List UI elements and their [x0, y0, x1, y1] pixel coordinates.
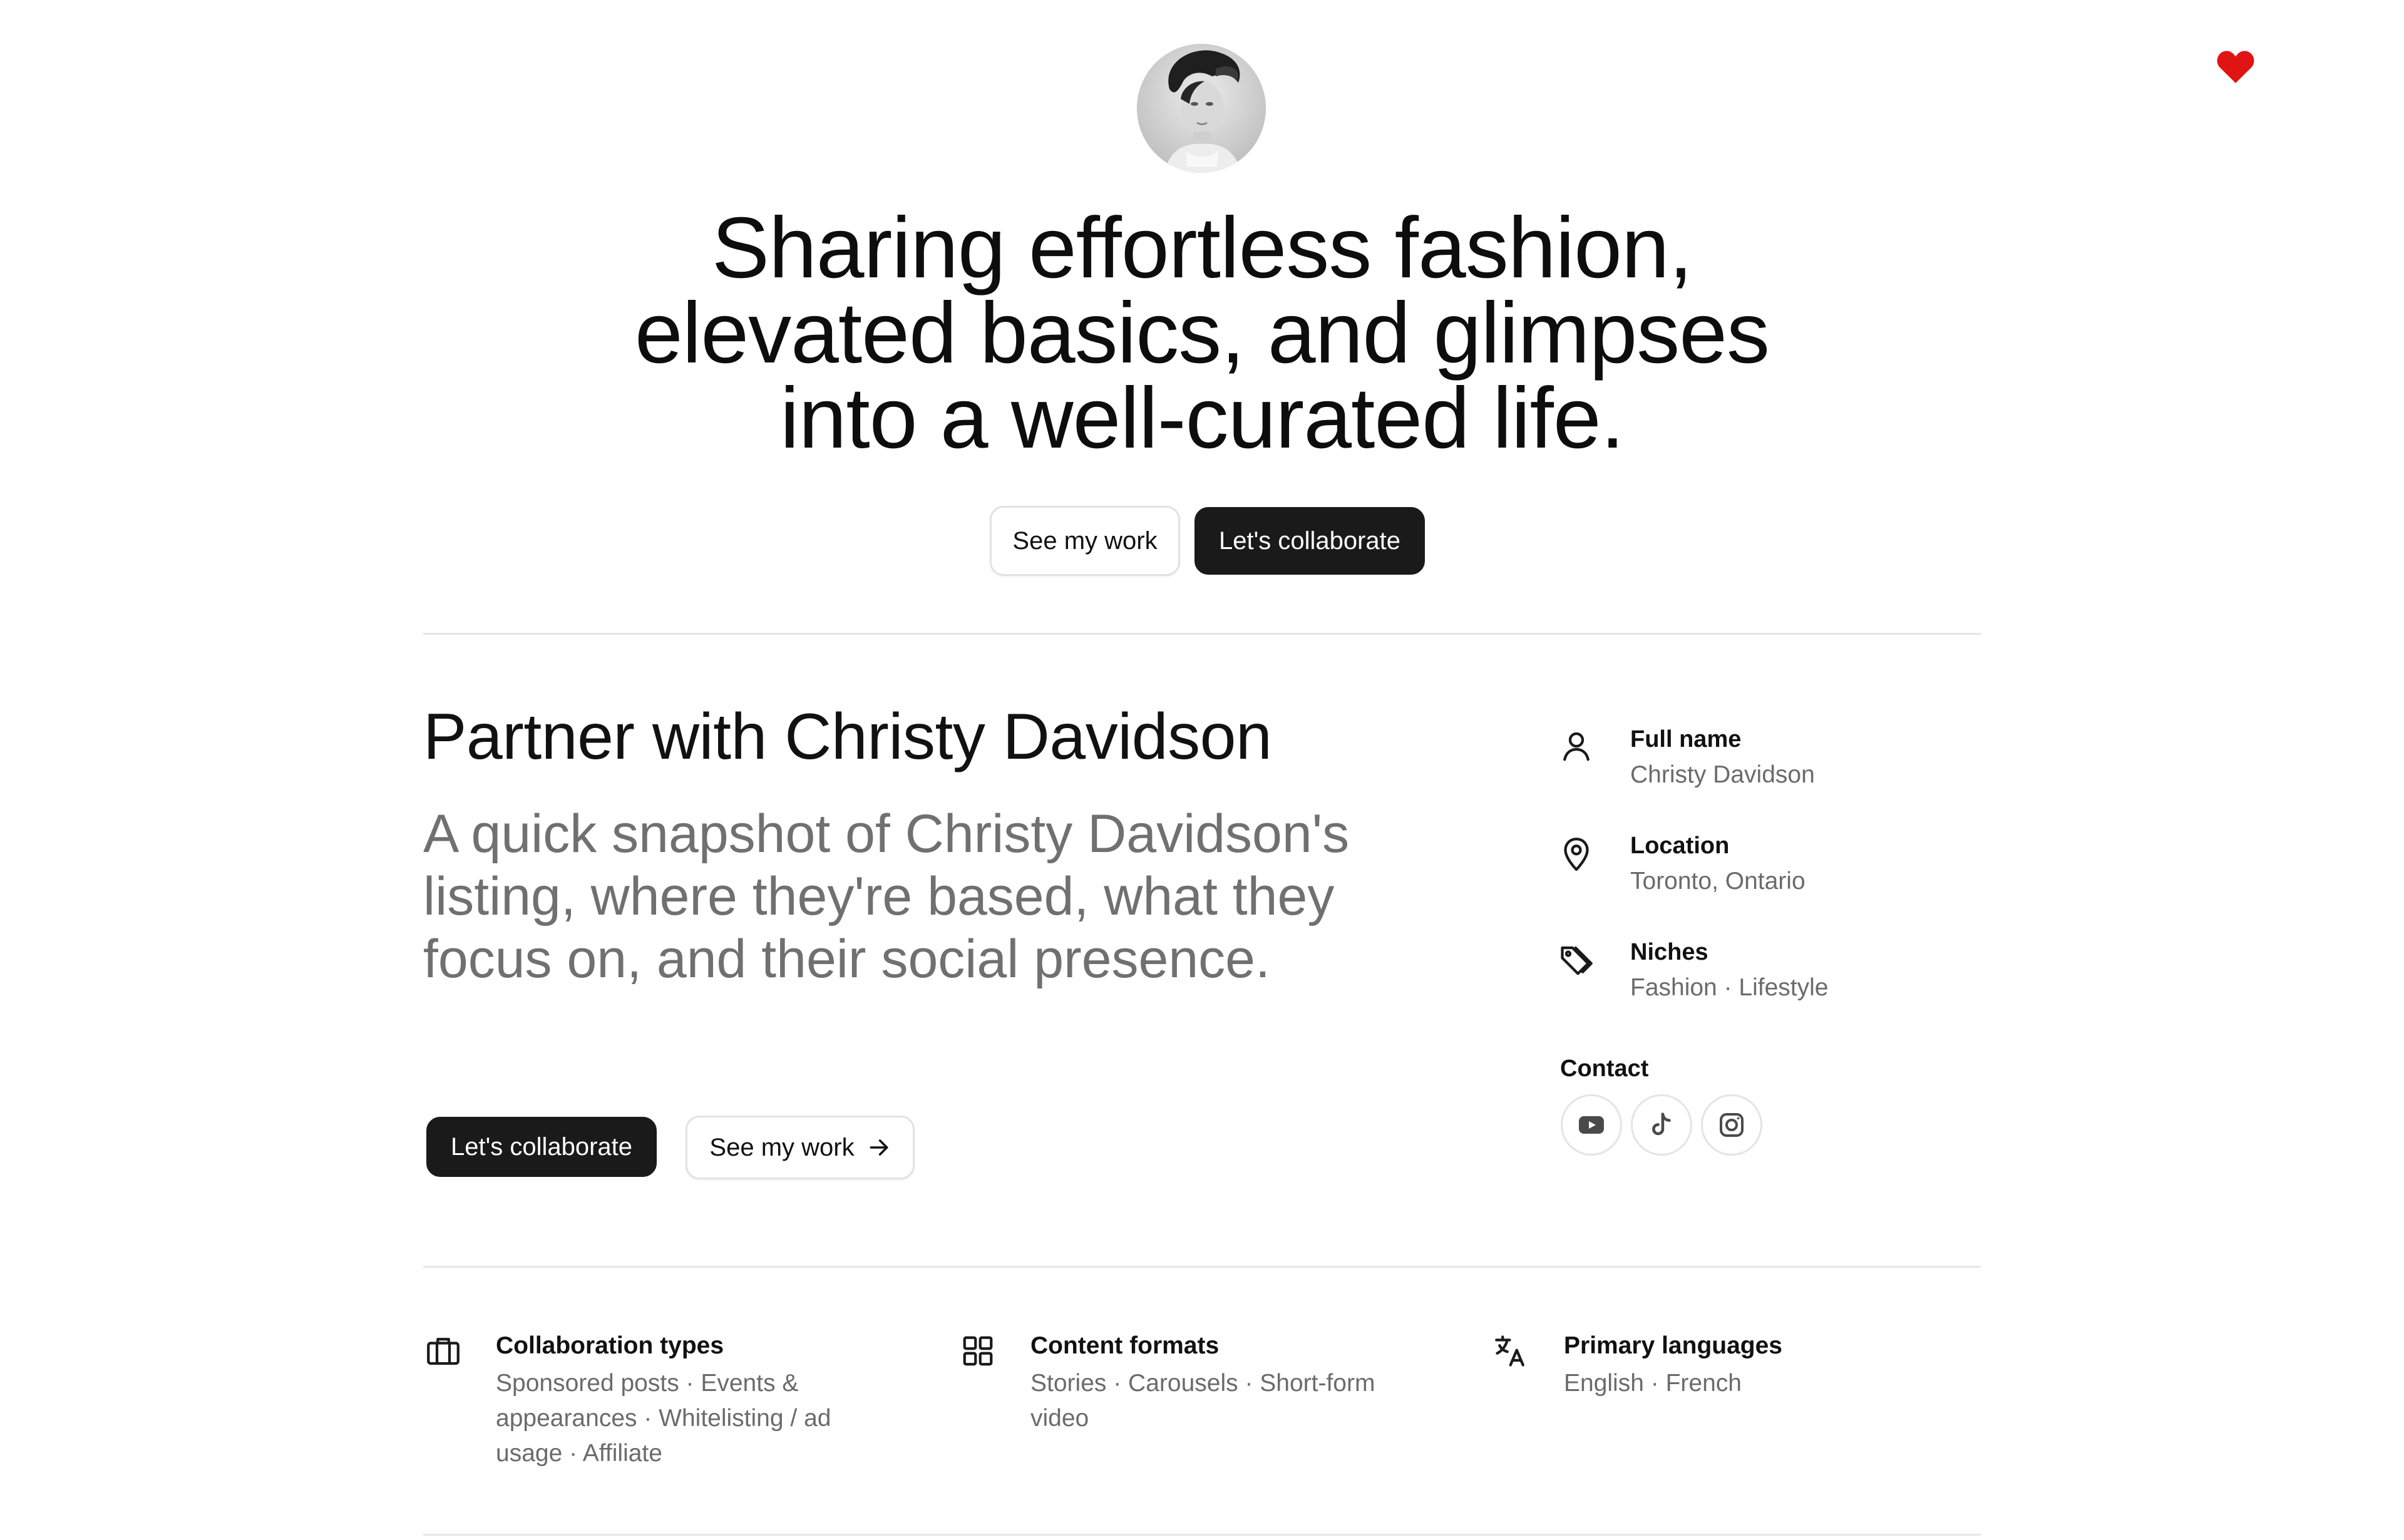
niches-label: Niches: [1630, 939, 1708, 965]
divider: [423, 633, 1981, 635]
divider: [423, 1266, 1981, 1268]
hero-title-line: elevated basics, and glimpses: [634, 285, 1770, 381]
favorite-heart-icon[interactable]: [2216, 49, 2255, 84]
tag-icon: [1558, 942, 1595, 979]
hero-collaborate-label: Let's collaborate: [1218, 526, 1401, 555]
primary-languages-label: Primary languages: [1564, 1332, 1782, 1359]
location-label: Location: [1630, 833, 1730, 859]
divider: [423, 1534, 1981, 1536]
briefcase-icon: [424, 1332, 462, 1370]
partner-title: Partner with Christy Davidson: [423, 701, 1272, 773]
youtube-icon: [1576, 1110, 1606, 1140]
hero-title-line: into a well-curated life.: [780, 370, 1625, 466]
hero-see-work-label: See my work: [1012, 526, 1158, 555]
full-name-value: Christy Davidson: [1630, 761, 1815, 788]
avatar: [1137, 44, 1266, 173]
hero-title: Sharing effortless fashion, elevated bas…: [451, 205, 1953, 461]
youtube-link[interactable]: [1561, 1094, 1622, 1156]
hero-collaborate-button[interactable]: Let's collaborate: [1194, 507, 1425, 575]
partner-collaborate-label: Let's collaborate: [450, 1132, 633, 1161]
instagram-icon: [1717, 1110, 1747, 1140]
person-icon: [1558, 727, 1595, 765]
content-formats-value: Stories · Carousels · Short-form video: [1030, 1370, 1375, 1432]
arrow-right-icon: [867, 1136, 891, 1159]
tiktok-icon: [1647, 1111, 1676, 1139]
partner-description: A quick snapshot of Christy Davidson's l…: [423, 804, 1350, 989]
primary-languages-value: English · French: [1564, 1370, 1742, 1397]
hero-title-line: Sharing effortless fashion,: [711, 200, 1693, 296]
full-name-label: Full name: [1630, 726, 1742, 752]
collaboration-types-label: Collaboration types: [496, 1332, 724, 1359]
partner-see-work-label: See my work: [709, 1133, 855, 1161]
location-value: Toronto, Ontario: [1630, 868, 1806, 895]
instagram-link[interactable]: [1701, 1094, 1762, 1156]
tiktok-link[interactable]: [1631, 1094, 1692, 1156]
location-pin-icon: [1558, 835, 1595, 873]
partner-collaborate-button[interactable]: Let's collaborate: [426, 1117, 657, 1177]
content-formats-label: Content formats: [1030, 1332, 1220, 1359]
grid-icon: [959, 1332, 997, 1370]
hero-see-work-button[interactable]: See my work: [990, 506, 1180, 576]
contact-label: Contact: [1560, 1055, 1649, 1082]
collaboration-types-value: Sponsored posts · Events & appearances ·…: [496, 1370, 831, 1467]
translate-icon: [1492, 1332, 1530, 1370]
niches-value: Fashion · Lifestyle: [1630, 974, 1829, 1001]
partner-see-work-button[interactable]: See my work: [686, 1116, 915, 1179]
